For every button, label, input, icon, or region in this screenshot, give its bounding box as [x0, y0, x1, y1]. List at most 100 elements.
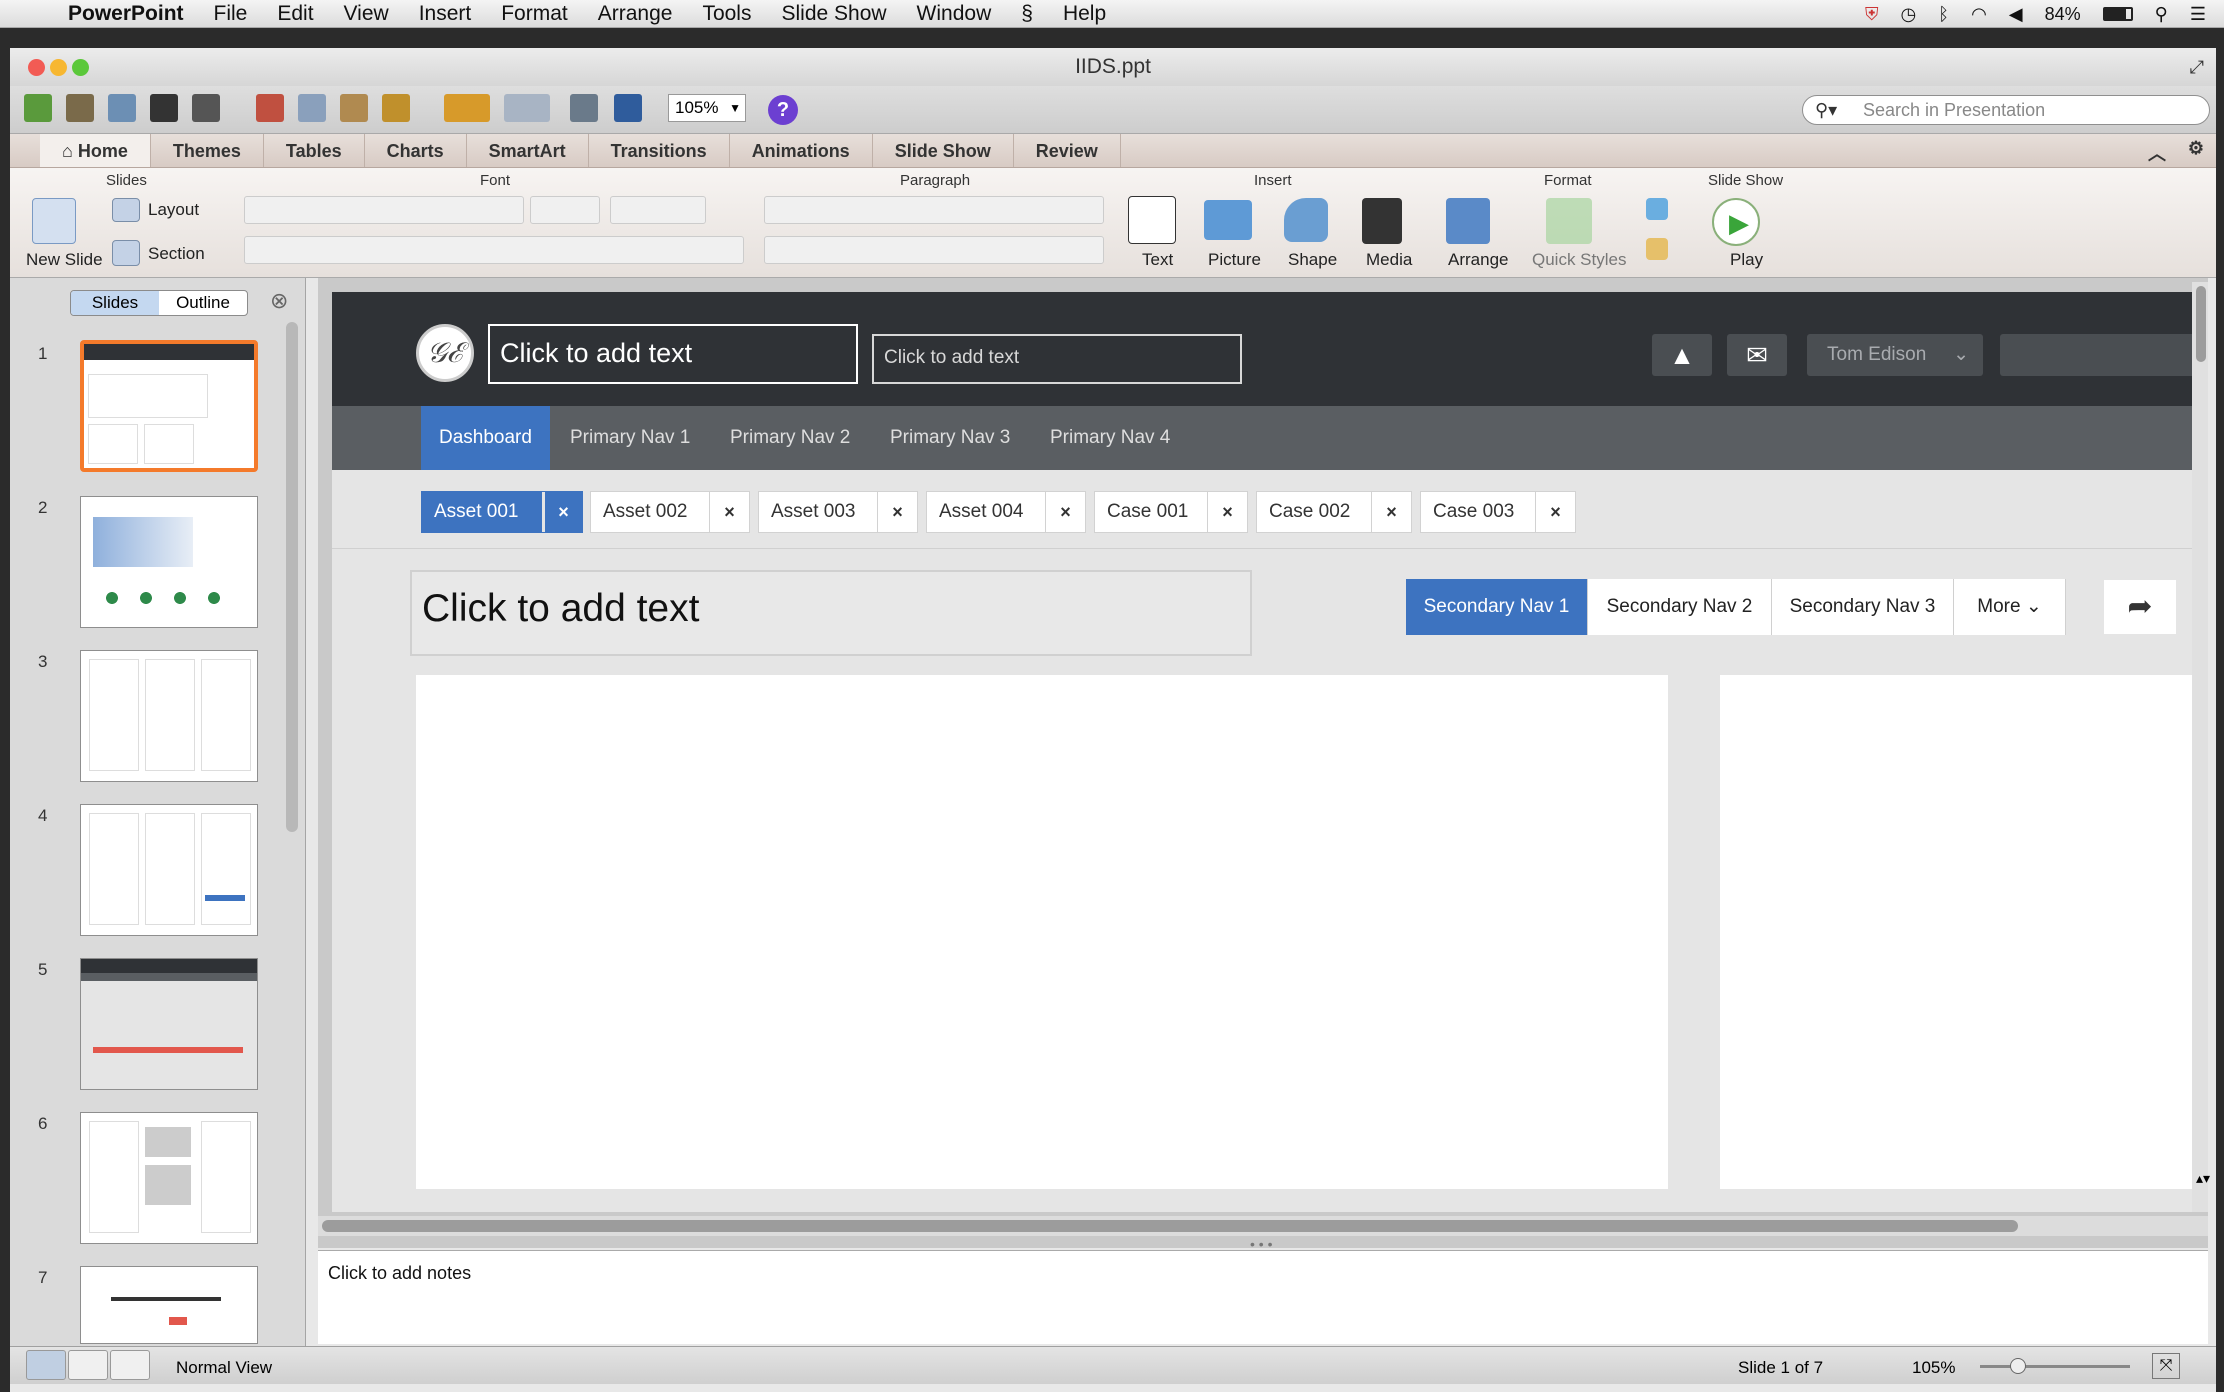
close-icon[interactable]: × — [709, 492, 749, 532]
tab-slides[interactable]: Slides — [71, 291, 159, 315]
zoom-slider[interactable] — [1980, 1365, 2130, 1368]
slide-thumbnail-3[interactable] — [80, 650, 258, 782]
font-name-select[interactable] — [244, 196, 524, 224]
font-size-select[interactable] — [530, 196, 600, 224]
list-buttons[interactable] — [764, 196, 1104, 224]
slide-show-view-icon[interactable] — [110, 1350, 150, 1380]
arrange-icon[interactable] — [1446, 198, 1490, 244]
layout-button[interactable]: Layout — [148, 200, 199, 220]
close-window-button[interactable] — [28, 59, 45, 76]
notes-pane[interactable]: Click to add notes — [318, 1250, 2208, 1344]
menu-slide-show[interactable]: Slide Show — [766, 2, 901, 26]
menu-format[interactable]: Format — [486, 2, 583, 26]
chip-case-002[interactable]: Case 002 × — [1256, 491, 1412, 533]
quick-styles-icon[interactable] — [1546, 198, 1592, 244]
script-menu-icon[interactable]: § — [1006, 2, 1048, 26]
close-icon[interactable]: × — [1535, 492, 1575, 532]
new-slide-button[interactable]: New Slide — [26, 250, 103, 270]
close-icon[interactable]: × — [1045, 492, 1085, 532]
nav-primary-3[interactable]: Primary Nav 3 — [872, 406, 1028, 470]
user-menu[interactable]: Tom Edison ⌄ — [1807, 334, 1983, 376]
chip-asset-003[interactable]: Asset 003 × — [758, 491, 918, 533]
chip-asset-002[interactable]: Asset 002 × — [590, 491, 750, 533]
section-button[interactable]: Section — [148, 244, 205, 264]
normal-view-icon[interactable] — [26, 1350, 66, 1380]
close-icon[interactable]: × — [1371, 492, 1411, 532]
menu-insert[interactable]: Insert — [404, 2, 487, 26]
minimize-window-button[interactable] — [50, 59, 67, 76]
battery-percent[interactable]: 84% — [2045, 4, 2081, 25]
alignment-buttons[interactable] — [764, 236, 1104, 264]
time-machine-icon[interactable]: ◷ — [1901, 4, 1917, 25]
nav-dashboard[interactable]: Dashboard — [421, 406, 550, 470]
fullscreen-icon[interactable]: ⤢ — [2190, 48, 2204, 86]
page-title-placeholder[interactable]: Click to add text — [410, 570, 1252, 656]
shield-icon[interactable]: ⛨ — [1865, 4, 1879, 25]
tab-outline[interactable]: Outline — [159, 291, 247, 315]
menu-app[interactable]: PowerPoint — [53, 2, 199, 26]
chip-case-001[interactable]: Case 001 × — [1094, 491, 1248, 533]
slide-thumbnail-4[interactable] — [80, 804, 258, 936]
text-box-icon[interactable] — [1128, 196, 1176, 244]
tab-charts[interactable]: Charts — [365, 134, 467, 167]
menu-file[interactable]: File — [199, 2, 263, 26]
tab-home[interactable]: ⌂ Home — [40, 134, 151, 167]
insert-picture-button[interactable]: Picture — [1208, 250, 1261, 270]
fit-to-window-icon[interactable]: ⤧ — [2152, 1353, 2180, 1379]
quick-styles-button[interactable]: Quick Styles — [1532, 250, 1626, 270]
slide-thumbnail-2[interactable] — [80, 496, 258, 628]
picture-icon[interactable] — [1204, 200, 1252, 240]
template-gallery-icon[interactable] — [66, 94, 94, 122]
share-icon[interactable]: ➦ — [2104, 580, 2176, 634]
menu-help[interactable]: Help — [1048, 2, 1121, 26]
format-painter-icon[interactable] — [382, 94, 410, 122]
menu-edit[interactable]: Edit — [262, 2, 328, 26]
undo-icon[interactable] — [444, 94, 490, 122]
header-subtitle-placeholder[interactable]: Click to add text — [872, 334, 1242, 384]
nav-primary-1[interactable]: Primary Nav 1 — [552, 406, 708, 470]
nav-primary-4[interactable]: Primary Nav 4 — [1032, 406, 1188, 470]
close-icon[interactable]: × — [877, 492, 917, 532]
close-icon[interactable]: × — [1207, 492, 1247, 532]
insert-shape-button[interactable]: Shape — [1288, 250, 1337, 270]
header-title-placeholder[interactable]: Click to add text — [488, 324, 858, 384]
tab-smartart[interactable]: SmartArt — [467, 134, 589, 167]
line-color-icon[interactable] — [1646, 238, 1668, 260]
play-button[interactable]: Play — [1730, 250, 1763, 270]
menu-arrange[interactable]: Arrange — [583, 2, 688, 26]
collapse-ribbon-icon[interactable]: ︿ — [2148, 140, 2166, 166]
shape-icon[interactable] — [1284, 198, 1328, 242]
search-input[interactable]: ⚲▾ Search in Presentation — [1802, 95, 2210, 125]
tab-slide-show[interactable]: Slide Show — [873, 134, 1014, 167]
bluetooth-icon[interactable]: ᛒ — [1938, 4, 1949, 25]
secondary-nav-1[interactable]: Secondary Nav 1 — [1406, 579, 1588, 635]
wifi-icon[interactable]: ◠ — [1971, 4, 1987, 25]
play-icon[interactable]: ▶ — [1712, 198, 1760, 246]
horizontal-scroll-thumb[interactable] — [322, 1220, 2018, 1232]
save-icon[interactable] — [150, 94, 178, 122]
open-file-icon[interactable] — [108, 94, 136, 122]
tab-animations[interactable]: Animations — [730, 134, 873, 167]
menu-window[interactable]: Window — [902, 2, 1007, 26]
show-hide-icon[interactable] — [570, 94, 598, 122]
paste-icon[interactable] — [340, 94, 368, 122]
insert-media-button[interactable]: Media — [1366, 250, 1412, 270]
slide-thumbnail-6[interactable] — [80, 1112, 258, 1244]
menu-view[interactable]: View — [329, 2, 404, 26]
tab-transitions[interactable]: Transitions — [589, 134, 730, 167]
slide-sorter-view-icon[interactable] — [68, 1350, 108, 1380]
chip-asset-004[interactable]: Asset 004 × — [926, 491, 1086, 533]
spotlight-search-icon[interactable]: ⚲ — [2155, 4, 2168, 25]
zoom-window-button[interactable] — [72, 59, 89, 76]
gear-icon[interactable]: ⚙ — [2188, 138, 2204, 159]
nav-primary-2[interactable]: Primary Nav 2 — [712, 406, 868, 470]
tab-themes[interactable]: Themes — [151, 134, 264, 167]
alert-icon[interactable]: ▲ — [1652, 334, 1712, 376]
tab-review[interactable]: Review — [1014, 134, 1121, 167]
slide-thumbnail-7[interactable] — [80, 1266, 258, 1344]
gallery-toggle-icon[interactable] — [614, 94, 642, 122]
new-document-icon[interactable] — [24, 94, 52, 122]
vertical-scroll-thumb[interactable] — [2196, 286, 2206, 362]
media-icon[interactable] — [1362, 198, 1402, 244]
menu-tools[interactable]: Tools — [687, 2, 766, 26]
